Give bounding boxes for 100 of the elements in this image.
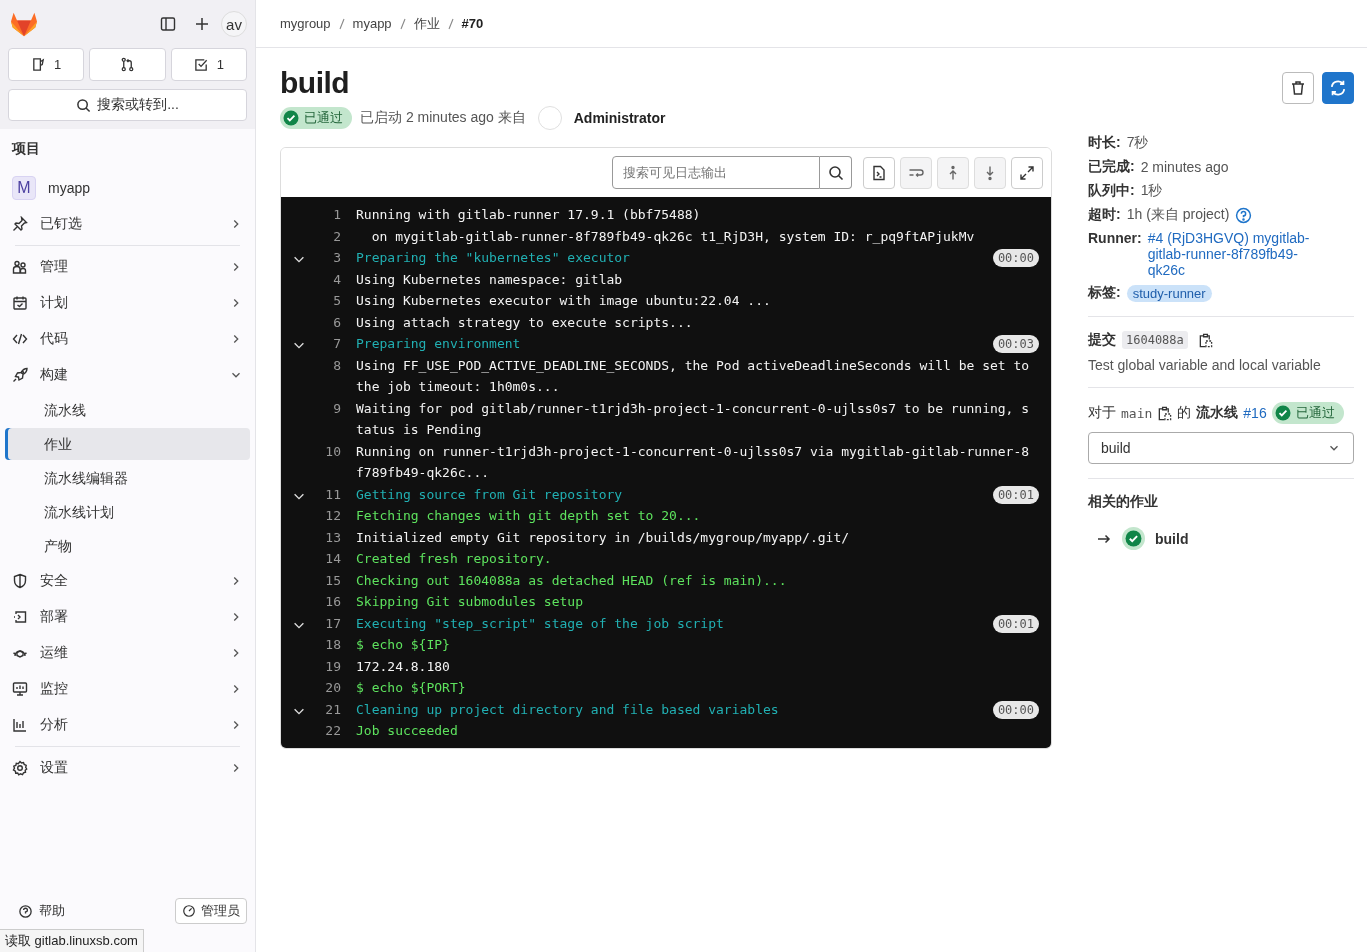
check-circle-icon	[283, 110, 299, 126]
search-button[interactable]	[820, 156, 852, 189]
breadcrumb-link[interactable]: myapp	[352, 16, 392, 31]
line-number: 21	[324, 700, 341, 719]
log-line: Using Kubernetes namespace: gitlab	[356, 270, 624, 289]
issues-button[interactable]: 1	[8, 48, 85, 81]
runner-link[interactable]: #4 (RjD3HGVQ) mygitlab-gitlab-runner-8f789fb49-qk26c	[1147, 230, 1333, 279]
log-line: Job succeeded	[356, 722, 459, 740]
issues-icon	[31, 57, 47, 72]
slash-separator-icon	[338, 17, 345, 30]
log-line: Running on runner-t1rjd3h-project-1-concurrent-0-ujlss0s7 via mygitlab-gitlab-runner-8f789fb49-qk26c...	[356, 442, 1030, 482]
retry-button[interactable]	[1322, 72, 1354, 104]
line-number: 3	[332, 249, 341, 267]
nav-item[interactable]: 运维	[5, 635, 250, 671]
nav-item[interactable]: 安全	[5, 563, 250, 599]
breadcrumb-link[interactable]: #70	[461, 16, 484, 31]
nav-subitem[interactable]: 流水线计划	[5, 496, 250, 528]
project-link[interactable]: M myapp	[5, 170, 250, 206]
merge-requests-button[interactable]	[89, 48, 166, 81]
log-line: Waiting for pod gitlab/runner-t1rjd3h-project-1-concurrent-0-ujlss0s7 to be running, status is Pending	[356, 399, 1030, 439]
nav-subitem[interactable]: 流水线	[5, 394, 250, 426]
manage-icon	[12, 259, 28, 275]
nav-item[interactable]: 设置	[5, 750, 250, 786]
todo-icon	[193, 57, 209, 72]
detail-label: 标签:	[1088, 284, 1121, 303]
nav-item[interactable]: 已钉选	[5, 206, 250, 242]
nav-subitem[interactable]: 产物	[5, 530, 250, 562]
log-line: $ echo ${IP}	[356, 636, 451, 654]
line-number: 17	[324, 614, 341, 633]
todos-button[interactable]: 1	[170, 48, 247, 81]
log-line: $ echo ${PORT}	[356, 679, 467, 697]
admin-button[interactable]: 管理员	[175, 898, 247, 924]
status-badge: 已通过	[280, 107, 352, 129]
search-icon	[76, 97, 92, 113]
nav-item[interactable]: 管理	[5, 249, 250, 285]
breadcrumb-link[interactable]: mygroup	[280, 16, 331, 31]
started-text: 已启动 2 minutes ago 来自	[360, 109, 526, 127]
log-line: Checking out 1604088a as detached HEAD (ref is main)...	[356, 571, 788, 590]
help-icon[interactable]	[1235, 206, 1253, 224]
build-icon	[12, 367, 28, 383]
log-line: Using attach strategy to execute scripts...	[356, 313, 694, 332]
log-line: Created fresh repository.	[356, 550, 553, 568]
job-link[interactable]: build	[1155, 530, 1189, 547]
duration-badge: 00:03	[992, 335, 1039, 353]
nav-item[interactable]: 分析	[5, 707, 250, 743]
line-number: 6	[332, 313, 341, 332]
wrap-lines-button[interactable]	[900, 156, 932, 189]
raw-log-button[interactable]	[863, 156, 895, 189]
log-line: on mygitlab-gitlab-runner-8f789fb49-qk26c t1_RjD3H, system ID: r_pq9ftAPjukMv	[370, 227, 976, 246]
log-search-field[interactable]: 搜索可见日志输出	[612, 156, 820, 189]
job-select[interactable]: build	[1088, 432, 1354, 465]
detail-value: 1秒	[1140, 182, 1163, 200]
line-number: 4	[332, 270, 341, 289]
related-jobs-heading: 相关的作业	[1088, 493, 1159, 512]
fox-logo-icon[interactable]	[10, 11, 38, 37]
document-icon	[871, 164, 887, 181]
detail-value: 7秒	[1126, 134, 1149, 152]
commit-sha-link[interactable]: 1604088a	[1122, 331, 1188, 350]
pipeline-link[interactable]: #16	[1243, 405, 1267, 422]
breadcrumb-link[interactable]: 作业	[413, 14, 440, 33]
code-icon	[12, 331, 28, 347]
user-avatar[interactable]: av	[221, 11, 247, 37]
log-line: Cleaning up project directory and file based variables	[356, 700, 780, 719]
branch-link[interactable]: main	[1121, 405, 1153, 421]
scroll-top-button[interactable]	[937, 156, 969, 189]
delete-button[interactable]	[1282, 72, 1314, 104]
slash-separator-icon	[399, 17, 406, 30]
tag-badge: study-runner	[1126, 284, 1212, 302]
log-line: Getting source from Git repository	[356, 485, 624, 504]
line-number: 14	[324, 550, 341, 568]
line-number: 19	[324, 657, 341, 676]
line-number: 18	[324, 636, 341, 654]
line-number: 5	[332, 292, 341, 310]
nav-item[interactable]: 构建	[5, 357, 250, 393]
line-number: 16	[324, 593, 341, 611]
copy-icon[interactable]	[1157, 405, 1173, 421]
slash-separator-icon	[447, 17, 454, 30]
nav-item[interactable]: 监控	[5, 671, 250, 707]
nav-item[interactable]: 部署	[5, 599, 250, 635]
line-number: 13	[324, 528, 341, 547]
nav-item[interactable]: 计划	[5, 285, 250, 321]
detail-label: Runner:	[1088, 230, 1142, 246]
refresh-icon	[1329, 79, 1347, 97]
line-number: 15	[324, 571, 341, 590]
nav-subitem[interactable]: 流水线编辑器	[5, 462, 250, 494]
help-icon	[18, 903, 33, 919]
nav-subitem[interactable]: 作业	[5, 428, 250, 460]
copy-icon[interactable]	[1197, 332, 1213, 348]
search-icon	[827, 164, 844, 181]
nav-item[interactable]: 代码	[5, 321, 250, 357]
status-badge: 已通过	[1271, 402, 1344, 425]
pipeline-of: 的	[1177, 404, 1192, 423]
search-button[interactable]: 搜索或转到...	[8, 89, 247, 121]
plan-icon	[12, 295, 28, 311]
deploy-icon	[12, 609, 28, 625]
help-button[interactable]: 帮助	[12, 901, 71, 921]
user-link[interactable]: Administrator	[573, 110, 666, 126]
scroll-bottom-button[interactable]	[974, 156, 1006, 189]
pin-icon	[12, 216, 28, 232]
fullscreen-button[interactable]	[1011, 156, 1043, 189]
